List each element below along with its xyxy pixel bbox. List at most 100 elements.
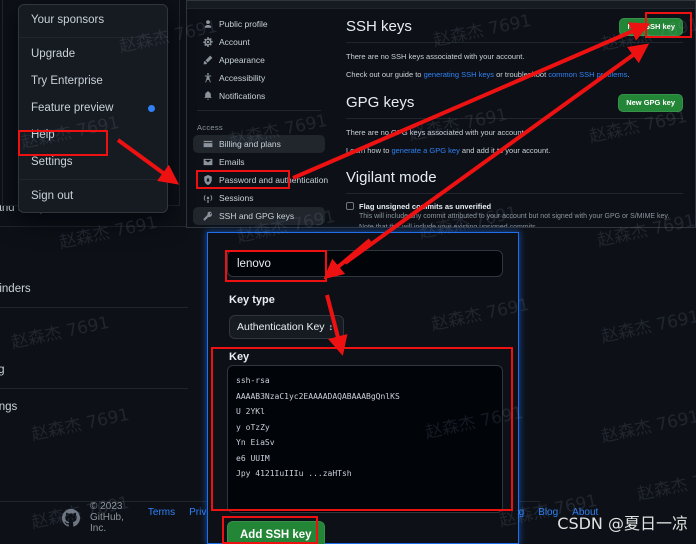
settings-nav-billing[interactable]: Billing and plans: [193, 135, 325, 153]
flag-unsigned-commits-label: Flag unsigned commits as unverified: [359, 202, 492, 211]
vigilant-mode-section: Vigilant mode Flag unsigned commits as u…: [346, 168, 683, 228]
paintbrush-icon: [203, 55, 213, 65]
key-type-value: Authentication Key: [237, 321, 325, 333]
menu-item-sign-out[interactable]: Sign out: [19, 183, 167, 210]
key-line: U 2YKl: [236, 407, 265, 416]
accessibility-icon: [203, 73, 213, 83]
footer-link-terms[interactable]: Terms: [148, 507, 175, 529]
ssh-keys-help: Check out our guide to generating SSH ke…: [346, 68, 683, 81]
settings-nav-label: Emails: [219, 156, 245, 167]
settings-nav-label: Account: [219, 36, 250, 47]
settings-nav-menu: Public profile Account Appearance Access…: [187, 9, 332, 227]
ssh-help-link-generating[interactable]: generating SSH keys: [424, 70, 494, 79]
broadcast-icon: [203, 193, 213, 203]
ssh-help-mid: or troubleshoot: [494, 70, 549, 79]
sidebar-item-developer-settings[interactable]: Developer settings: [0, 395, 198, 419]
vigilant-note-line-1: This will include any commit attributed …: [359, 213, 670, 220]
mail-icon: [203, 157, 213, 167]
ssh-help-prefix: Check out our guide to: [346, 70, 424, 79]
ssh-keys-body: There are no SSH keys associated with yo…: [346, 50, 683, 81]
new-gpg-key-button[interactable]: New GPG key: [618, 94, 683, 112]
menu-item-label: Settings: [31, 156, 73, 168]
settings-nav-appearance[interactable]: Appearance: [193, 51, 325, 69]
key-line: AAAAB3NzaC1yc2EAAAADAQABAAABgQnlKS: [236, 391, 400, 401]
menu-item-upgrade[interactable]: Upgrade: [19, 41, 167, 68]
sidebar-divider-2: [0, 307, 188, 308]
settings-nav-password-auth[interactable]: Password and authentication: [193, 171, 329, 189]
menu-item-label: Upgrade: [31, 48, 76, 60]
key-icon: [203, 211, 213, 221]
settings-nav-accessibility[interactable]: Accessibility: [193, 69, 325, 87]
menu-item-your-sponsors[interactable]: Your sponsors: [19, 7, 167, 34]
person-icon: [203, 19, 213, 29]
settings-nav-public-profile[interactable]: Public profile: [193, 15, 325, 33]
settings-nav-sessions[interactable]: Sessions: [193, 189, 325, 207]
ssh-keys-empty-text: There are no SSH keys associated with yo…: [346, 52, 525, 61]
menu-item-settings[interactable]: Settings: [19, 149, 167, 176]
settings-nav-label: Accessibility: [219, 72, 266, 83]
menu-item-label: Help: [31, 129, 55, 141]
sidebar-divider-1: [0, 226, 188, 227]
settings-nav-label: Password and authentication: [219, 174, 329, 185]
gpg-keys-title: GPG keys: [346, 94, 415, 111]
vigilant-mode-rule: [346, 193, 683, 194]
new-ssh-key-button[interactable]: New SSH key: [619, 18, 683, 36]
menu-divider-2: [19, 179, 167, 180]
gpg-help-link-generate[interactable]: generate a GPG key: [391, 146, 459, 155]
key-line: e6 UUIM: [236, 453, 270, 463]
credit-card-icon: [203, 139, 213, 149]
sidebar-item-applications[interactable]: Applications: [0, 253, 198, 277]
menu-item-label: Your sponsors: [31, 14, 105, 26]
menu-divider-1: [19, 37, 167, 38]
gpg-help-prefix: Learn how to: [346, 146, 392, 155]
csdn-watermark: CSDN @夏日一凉: [557, 514, 688, 533]
key-type-label: Key type: [229, 294, 275, 306]
menu-item-label: Feature preview: [31, 102, 114, 114]
ssh-key-textarea[interactable]: ssh-rsa AAAAB3NzaC1yc2EAAAADAQABAAABgQnl…: [227, 365, 503, 513]
bell-icon: [203, 91, 213, 101]
settings-nav-group-access: Access: [197, 123, 223, 132]
settings-nav-account[interactable]: Account: [193, 33, 325, 51]
settings-nav-label: Appearance: [219, 54, 265, 65]
settings-nav-organizations[interactable]: Organizations: [193, 225, 325, 227]
menu-item-try-enterprise[interactable]: Try Enterprise: [19, 68, 167, 95]
menu-item-feature-preview[interactable]: Feature preview: [19, 95, 167, 122]
key-line: ssh-rsa: [236, 376, 270, 385]
ssh-keys-header: SSH keys New SSH key: [346, 17, 683, 37]
gpg-keys-body: There are no GPG keys associated with yo…: [346, 126, 683, 157]
key-line: Jpy 4121IuIIIu ...zaHTsh: [236, 469, 352, 478]
sidebar-item-scheduled-reminders[interactable]: Scheduled reminders: [0, 277, 198, 301]
new-badge-dot-icon: [148, 105, 155, 112]
sidebar-item-sponsorship-log[interactable]: Sponsorship log: [0, 358, 198, 382]
key-type-select[interactable]: Authentication Key ↕: [229, 315, 344, 339]
settings-nav-label: Notifications: [219, 90, 266, 101]
gpg-keys-help: Learn how to generate a GPG key and add …: [346, 144, 683, 157]
footer-copyright: © 2023 GitHub, Inc.: [90, 501, 124, 534]
sidebar-header-integrations: Integrations: [0, 233, 198, 253]
select-arrows-icon: ↕: [328, 322, 334, 332]
footer-link-blog[interactable]: Blog: [538, 507, 558, 529]
ssh-key-title-input[interactable]: lenovo: [227, 250, 503, 277]
gpg-keys-rule: [346, 118, 683, 119]
menu-item-label: Try Enterprise: [31, 75, 103, 87]
settings-nav-label: Public profile: [219, 18, 268, 29]
gear-icon: [203, 37, 213, 47]
flag-unsigned-commits-checkbox[interactable]: [346, 202, 354, 210]
ssh-help-link-problems[interactable]: common SSH problems: [548, 70, 627, 79]
sidebar-item-security-log[interactable]: Security log: [0, 334, 198, 358]
new-ssh-key-dialog: lenovo Key type Authentication Key ↕ Key…: [207, 232, 519, 544]
settings-nav-ssh-gpg-keys[interactable]: SSH and GPG keys: [193, 207, 325, 225]
vigilant-mode-text-block: Flag unsigned commits as unverified This…: [359, 201, 670, 228]
key-label: Key: [229, 351, 250, 363]
settings-nav-emails[interactable]: Emails: [193, 153, 325, 171]
menu-item-help[interactable]: Help: [19, 122, 167, 149]
add-ssh-key-button[interactable]: Add SSH key: [227, 521, 325, 544]
screenshot-root: Code security and analysis Integrations …: [0, 0, 696, 544]
settings-nav-notifications[interactable]: Notifications: [193, 87, 325, 105]
ssh-keys-title: SSH keys: [346, 18, 412, 35]
shield-lock-icon: [203, 175, 213, 185]
settings-nav-divider: [197, 110, 321, 111]
sidebar-divider-3: [0, 388, 188, 389]
vigilant-note-line-2: Note that this will include your existin…: [359, 223, 538, 228]
github-logo-icon: [62, 508, 80, 527]
